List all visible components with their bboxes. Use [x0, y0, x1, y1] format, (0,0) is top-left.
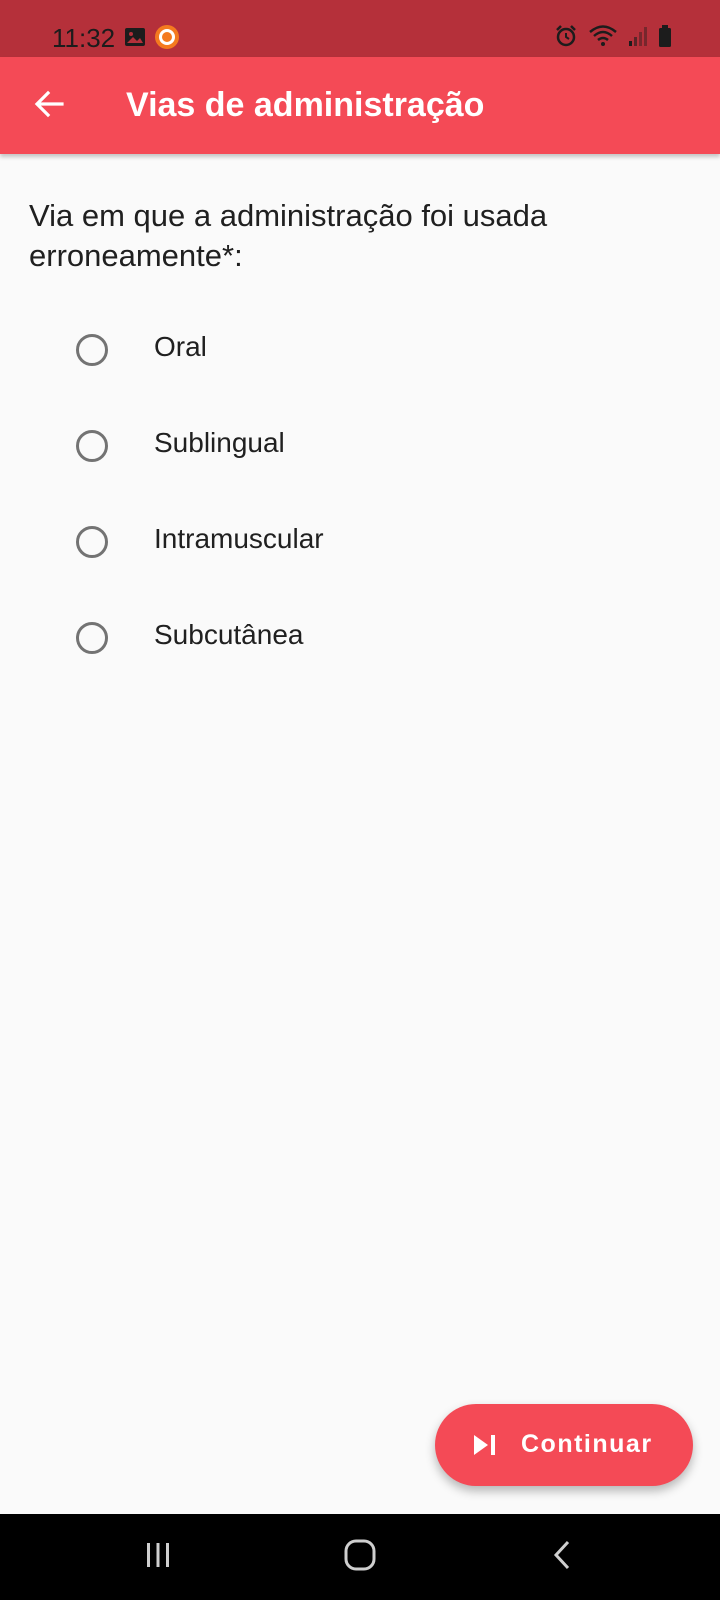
- radio-option-label: Subcutânea: [154, 619, 304, 650]
- radio-option-label: Intramuscular: [154, 523, 324, 554]
- radio-button[interactable]: [76, 622, 108, 654]
- continue-button-label: Continuar: [521, 1430, 653, 1458]
- battery-icon: [658, 24, 672, 53]
- signal-icon: [628, 25, 648, 52]
- app-bar: Vias de administração: [0, 57, 720, 154]
- back-button[interactable]: [24, 81, 74, 131]
- form-content: Via em que a administração foi usada err…: [0, 154, 720, 1514]
- radio-button[interactable]: [76, 430, 108, 462]
- continue-button[interactable]: Continuar: [435, 1404, 693, 1486]
- page-title: Vias de administração: [126, 86, 485, 124]
- radio-option-subcutanea[interactable]: Subcutânea: [0, 592, 720, 688]
- skip-next-icon: [473, 1434, 497, 1461]
- radio-button[interactable]: [76, 526, 108, 558]
- status-right-icons: [554, 24, 672, 53]
- image-icon: [124, 27, 146, 52]
- radio-option-sublingual[interactable]: Sublingual: [0, 400, 720, 496]
- status-left-icons: [124, 24, 180, 55]
- radio-button[interactable]: [76, 334, 108, 366]
- system-nav-bar: [0, 1514, 720, 1600]
- radio-group: Oral Sublingual Intramuscular Subcutânea: [0, 304, 720, 688]
- recorder-icon: [154, 24, 180, 55]
- radio-option-label: Sublingual: [154, 427, 285, 458]
- alarm-icon: [554, 24, 578, 53]
- question-label: Via em que a administração foi usada err…: [29, 198, 548, 273]
- radio-option-oral[interactable]: Oral: [0, 304, 720, 400]
- arrow-left-icon: [34, 89, 64, 124]
- recent-apps-icon: [144, 1541, 172, 1574]
- home-button[interactable]: [300, 1514, 420, 1600]
- recent-apps-button[interactable]: [98, 1514, 218, 1600]
- status-time: 11:32: [52, 23, 116, 53]
- status-bar: 11:32: [0, 0, 720, 57]
- wifi-icon: [588, 24, 618, 53]
- radio-option-intramuscular[interactable]: Intramuscular: [0, 496, 720, 592]
- home-icon: [344, 1539, 376, 1576]
- back-icon: [551, 1540, 573, 1575]
- radio-option-label: Oral: [154, 331, 207, 362]
- system-back-button[interactable]: [502, 1514, 622, 1600]
